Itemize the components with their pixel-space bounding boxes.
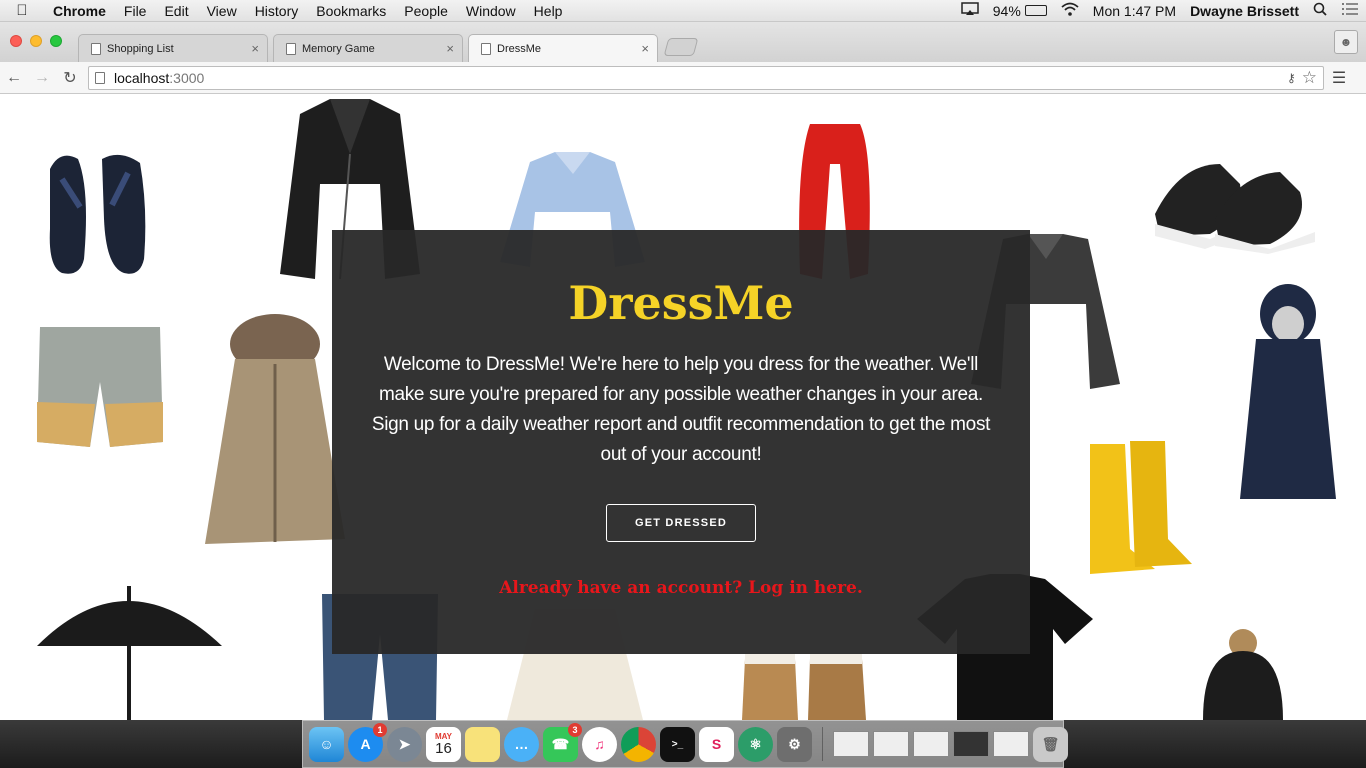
facetime-icon[interactable]: ☎ 3 [543,722,582,762]
url-host: localhost [114,69,170,86]
minimized-window-thumbnail[interactable] [953,731,989,757]
tab-title: DressMe [497,42,542,55]
tab-title: Memory Game [302,42,375,55]
minimized-window-thumbnail[interactable] [993,731,1029,757]
menu-help[interactable]: Help [525,3,572,19]
close-window-button[interactable] [10,35,22,47]
board-shorts-image [35,322,165,452]
login-link[interactable]: Already have an account? Log in here. [332,578,1030,598]
close-tab-icon[interactable]: × [446,41,454,56]
welcome-card: DressMe Welcome to DressMe! We're here t… [332,230,1030,654]
messages-icon[interactable]: … [504,726,539,762]
notes-icon[interactable] [465,726,500,762]
menu-file[interactable]: File [115,3,156,19]
spotlight-search-icon[interactable] [1306,2,1334,19]
app-menu[interactable]: Chrome [44,3,115,19]
rain-boots-image [1080,439,1195,579]
terminal-icon[interactable]: >_ [660,726,695,762]
messages-badge: 3 [568,722,582,737]
menu-bar:  Chrome File Edit View History Bookmark… [0,0,1366,22]
browser-toolbar: ← → ↻ localhost :3000 ⚷ ☆ ☰ [0,62,1366,94]
new-tab-button[interactable] [663,38,699,56]
flip-flops-image [40,149,160,279]
battery-icon [1024,5,1047,16]
app-store-icon[interactable]: A1 [348,722,387,762]
calendar-icon[interactable]: MAY 16 [426,726,461,762]
zoom-window-button[interactable] [50,35,62,47]
forward-arrow-icon[interactable]: → [28,69,56,87]
launchpad-icon[interactable]: ➤ [387,726,422,762]
brand-title: DressMe [568,276,794,330]
calendar-day: 16 [435,739,452,757]
menu-view[interactable]: View [198,3,246,19]
notification-center-icon[interactable] [1334,2,1366,19]
minimized-window-thumbnail[interactable] [913,731,949,757]
welcome-text: Welcome to DressMe! We're here to help y… [371,354,991,465]
page-info-icon[interactable] [95,71,105,84]
battery-percent: 94% [992,2,1021,19]
menu-window[interactable]: Window [457,3,525,19]
app-store-badge: 1 [373,722,387,737]
minimized-window-thumbnail[interactable] [833,731,869,757]
airplay-icon[interactable] [954,2,986,19]
wifi-icon[interactable] [1054,2,1086,19]
window-controls [10,35,62,47]
page-icon [481,42,491,55]
battery-status[interactable]: 94% [986,3,1054,19]
parka-image [195,314,355,549]
tab-shopping-list[interactable]: Shopping List × [78,34,268,62]
dock: ☺ A1 ➤ MAY 16 … ☎ 3 ♫ >_ S ⚛ ⚙ 🗑 [302,720,1068,768]
tab-dressme[interactable]: DressMe × [468,34,658,62]
reload-icon[interactable]: ↻ [56,68,84,88]
page-icon [286,42,296,55]
address-bar[interactable]: localhost :3000 ⚷ ☆ [88,65,1324,90]
browser-window: Shopping List × Memory Game × DressMe × … [0,22,1366,720]
sneakers-image [1150,154,1330,254]
chrome-menu-icon[interactable]: ☰ [1324,68,1354,88]
key-icon[interactable]: ⚷ [1287,71,1296,85]
apple-menu-icon[interactable]:  [0,2,44,19]
trash-icon[interactable]: 🗑 [1033,726,1068,762]
dressme-page: DressMe Welcome to DressMe! We're here t… [0,94,1366,720]
itunes-icon[interactable]: ♫ [582,726,617,762]
tab-memory-game[interactable]: Memory Game × [273,34,463,62]
menu-history[interactable]: History [246,3,308,19]
profile-icon[interactable]: ☻ [1334,30,1358,54]
dock-separator [822,727,823,761]
minimize-window-button[interactable] [30,35,42,47]
url-port: :3000 [169,69,205,86]
finder-icon[interactable]: ☺ [309,726,344,762]
user-name[interactable]: Dwayne Brissett [1183,3,1306,19]
slack-icon[interactable]: S [699,726,734,762]
atom-icon[interactable]: ⚛ [738,726,773,762]
back-arrow-icon[interactable]: ← [0,69,28,87]
tab-title: Shopping List [107,42,174,55]
close-tab-icon[interactable]: × [251,41,259,56]
page-icon [91,42,101,55]
tab-strip: Shopping List × Memory Game × DressMe × … [0,22,1366,62]
minimized-window-thumbnail[interactable] [873,731,909,757]
system-preferences-icon[interactable]: ⚙ [777,726,812,762]
menu-people[interactable]: People [395,3,457,19]
chrome-icon[interactable] [621,726,656,762]
umbrella-image [32,586,227,720]
menu-edit[interactable]: Edit [155,3,197,19]
bookmark-star-icon[interactable]: ☆ [1302,68,1317,88]
beanie-image [1198,629,1288,720]
winter-boots-image [740,654,870,720]
menu-bookmarks[interactable]: Bookmarks [307,3,395,19]
get-dressed-button[interactable]: GET DRESSED [606,504,756,542]
raincoat-image [1238,284,1338,504]
clock[interactable]: Mon 1:47 PM [1086,3,1183,19]
close-tab-icon[interactable]: × [641,41,649,56]
